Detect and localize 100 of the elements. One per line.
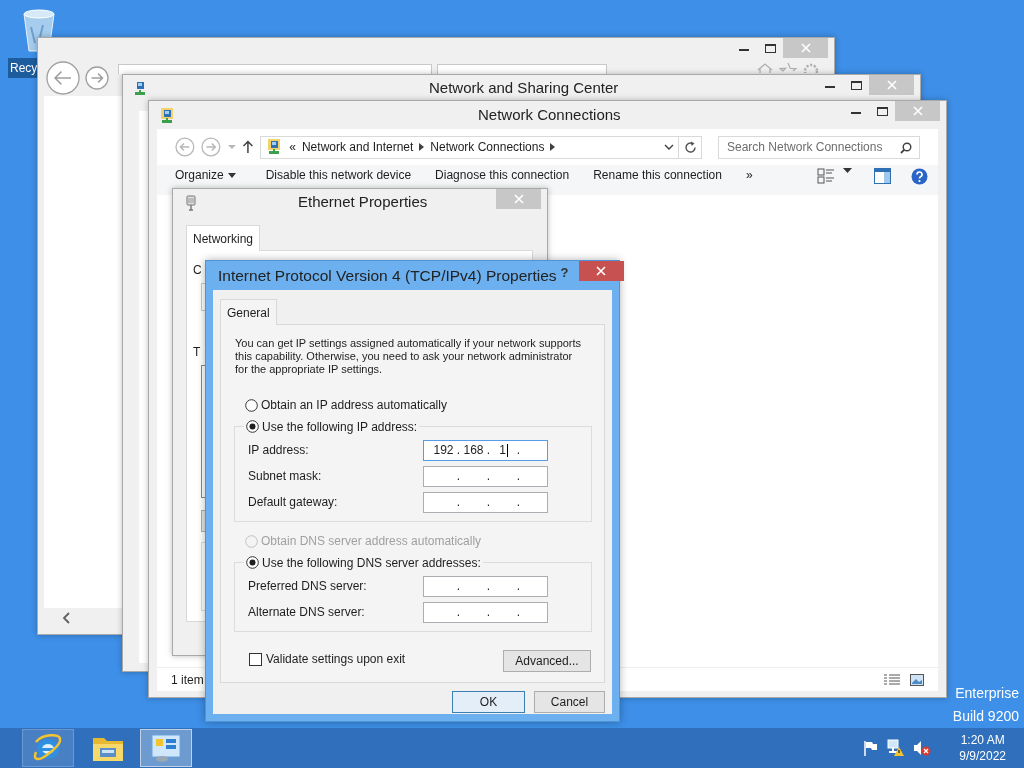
command-button[interactable]: Diagnose this connection [427,168,578,183]
breadcrumb-arrow-icon[interactable] [419,143,425,151]
text-cursor [506,443,508,457]
field-label: Preferred DNS server: [248,579,367,593]
octet-separator: . [455,494,462,511]
ethernet-icon [186,195,196,211]
maximize-icon[interactable] [764,43,776,53]
window-title: Network Connections [478,104,621,125]
clock-date[interactable]: 9/9/2022 [959,748,1006,764]
option-label[interactable]: Use the following DNS server addresses: [262,556,481,569]
help-icon[interactable] [911,168,928,185]
watermark-text: Build 9200 [952,707,1019,726]
octet-separator: . [455,442,462,459]
option-label[interactable]: Use the following IP address: [262,420,418,433]
close-icon[interactable] [596,266,607,276]
octet-text: 1 [499,442,506,459]
flag-icon[interactable] [863,740,880,756]
network-connections-icon [158,107,176,125]
control-panel-icon[interactable] [150,733,182,763]
dialog-button[interactable]: OK [452,691,525,713]
octet-separator: . [455,578,462,595]
octet-separator: . [485,578,492,595]
dropdown-chevron-icon[interactable] [664,143,675,151]
radio-button[interactable] [246,556,259,569]
back-button[interactable] [46,61,80,95]
ip-address-field[interactable]: . . . [423,491,548,513]
tab[interactable]: General [220,299,277,325]
field-label: Subnet mask: [248,469,322,483]
octet-separator: . [485,442,492,459]
overflow-chevron[interactable]: « [289,138,296,156]
octet-separator: . [515,578,522,595]
recent-pages-caret-icon[interactable] [226,144,237,150]
option-label: Obtain DNS server address automatically [261,533,482,550]
checkbox[interactable] [249,652,262,666]
search-field[interactable]: Search Network Connections [718,135,920,159]
octet-separator: . [515,604,522,621]
field-label: T [193,343,201,361]
help-button[interactable]: ? [556,263,573,283]
status-text: 1 item [171,671,204,689]
command-button[interactable]: Organize [167,168,244,183]
dialog-title: Internet Protocol Version 4 (TCP/IPv4) Properties [218,265,557,286]
tab[interactable]: Networking [186,225,261,251]
field-label: Alternate DNS server: [248,605,365,619]
settings-icon[interactable] [802,62,820,73]
radio-button[interactable] [246,420,259,433]
ip-address-field[interactable]: . . . [423,601,548,623]
taskbar-button[interactable] [22,729,74,767]
up-arrow-icon[interactable] [242,140,255,154]
command-button[interactable]: » [737,168,761,183]
refresh-button[interactable] [678,135,702,159]
field-label: Default gateway: [248,495,338,509]
octet-separator: . [515,442,522,459]
desktop-icon-label[interactable]: Recy [8,58,40,78]
octet-text: 192 [433,442,454,459]
ip-address-field[interactable]: . . . [423,465,548,487]
back-button[interactable] [175,137,195,157]
octet-text: 168 [463,442,484,459]
breadcrumb-link[interactable]: Network Connections [430,138,545,156]
maximize-icon[interactable] [876,106,888,116]
field-label: IP address: [248,443,309,457]
octet-separator: . [485,468,492,485]
network-warning-icon[interactable] [887,739,906,757]
breadcrumb-link[interactable]: Network and Internet [301,138,414,156]
octet-separator: . [515,494,522,511]
option-label[interactable]: Obtain an IP address automatically [261,396,447,414]
preview-pane-icon[interactable] [874,168,891,184]
search-icon[interactable] [900,141,912,154]
ip-address-field[interactable]: 192 . 168 . 1 . [423,439,548,461]
large-icons-view-icon[interactable] [910,673,924,686]
octet-separator: . [515,468,522,485]
dialog-button[interactable]: Advanced... [503,650,591,672]
forward-button[interactable] [200,137,221,157]
speaker-muted-icon[interactable] [913,740,932,756]
ip-address-field[interactable]: . . . [423,575,548,597]
command-button[interactable]: Disable this network device [257,168,420,183]
view-options-icon[interactable] [817,168,835,184]
caret-icon[interactable] [227,173,236,178]
refresh-icon[interactable] [683,140,697,154]
taskbar-button[interactable] [140,729,192,767]
dialog-title: Ethernet Properties [298,191,428,212]
caret-icon[interactable] [843,168,852,173]
octet-separator: . [455,468,462,485]
radio-button[interactable] [245,398,258,412]
details-view-icon[interactable] [884,673,900,686]
octet-separator: . [485,494,492,511]
dialog-button[interactable]: Cancel [534,691,605,713]
forward-button[interactable] [85,66,109,90]
description-text: You can get IP settings assigned automatically if your network supports this capability. Otherwise, you need to ask your network administrator for the appropriate IP settings. [234,337,583,376]
octet-separator: . [485,604,492,621]
command-button[interactable]: Rename this connection [585,168,730,183]
watermark-text: Enterprise [954,684,1019,703]
checkbox-label[interactable]: Validate settings upon exit [266,650,406,668]
close-button[interactable] [578,261,624,281]
breadcrumb-arrow-icon[interactable] [550,143,556,151]
scroll-left-icon[interactable] [62,612,70,624]
address-bar[interactable]: « Network and Internet Network Connections [260,135,680,159]
octet-separator: . [455,604,462,621]
window-title: Network and Sharing Center [429,77,619,98]
clock-time[interactable]: 1:20 AM [959,732,1006,748]
maximize-icon[interactable] [850,80,862,90]
